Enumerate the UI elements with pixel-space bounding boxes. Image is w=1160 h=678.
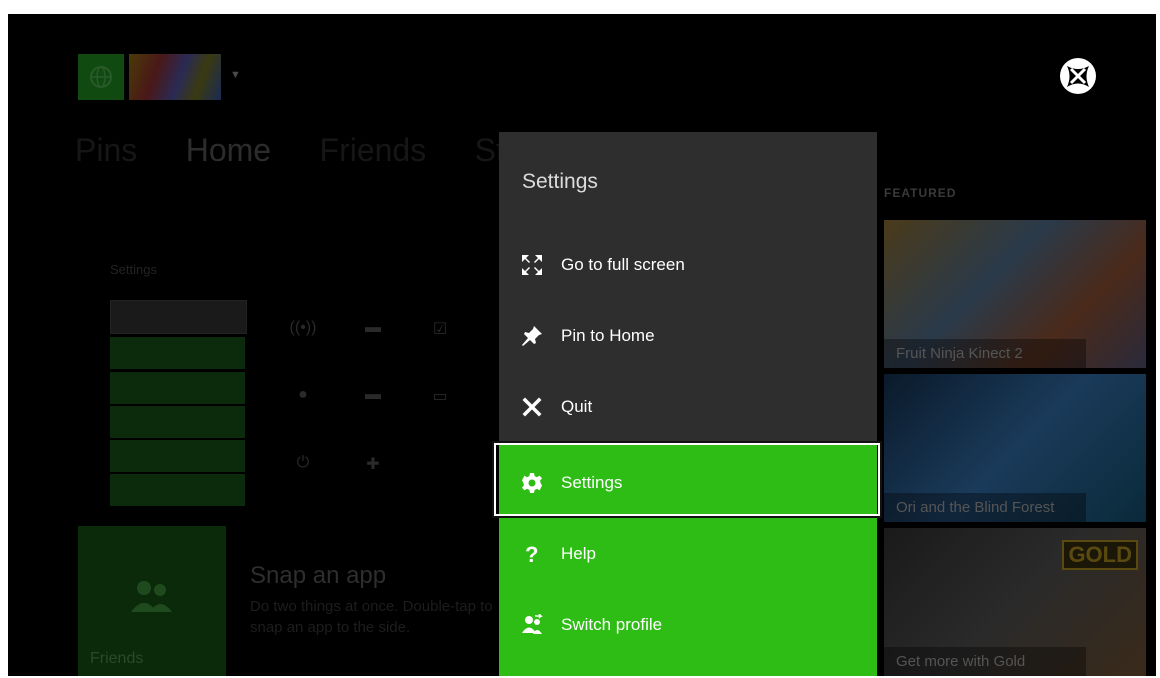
menu-item-label: Pin to Home xyxy=(561,326,655,345)
friends-tile-label: Friends xyxy=(90,650,144,667)
menu-item-label: Help xyxy=(561,544,596,563)
flyout-title: Settings xyxy=(522,170,598,193)
wifi-icon: ((•)) xyxy=(289,319,317,336)
globe-tile[interactable] xyxy=(78,54,124,100)
settings-tile-row xyxy=(110,406,245,438)
menu-item-switch-profile[interactable]: Switch profile xyxy=(499,590,877,676)
menu-item-pin-to-home[interactable]: Pin to Home xyxy=(499,301,877,372)
pin-icon xyxy=(522,326,542,346)
featured-label: FEATURED xyxy=(884,186,957,200)
tab-home[interactable]: Home xyxy=(186,132,271,168)
gear-icon xyxy=(522,473,542,493)
settings-tile-row xyxy=(110,337,245,369)
featured-tile[interactable]: Ori and the Blind Forest xyxy=(884,374,1146,522)
profile-avatar[interactable] xyxy=(129,54,221,100)
menu-item-settings[interactable]: Settings xyxy=(499,448,877,519)
xbox-screen: ▼ Pins Home Friends Store Settings ((•))… xyxy=(8,14,1156,676)
friends-tile[interactable]: Friends xyxy=(78,526,226,676)
checkbox-icon: ☑ xyxy=(432,321,448,338)
menu-item-quit[interactable]: Quit xyxy=(499,372,877,443)
snap-description: Do two things at once. Double-tap to sna… xyxy=(250,598,493,636)
chevron-down-icon[interactable]: ▼ xyxy=(230,69,241,81)
featured-tile-caption: Fruit Ninja Kinect 2 xyxy=(884,339,1086,368)
settings-tile-row xyxy=(110,372,245,404)
monitor-icon: ▭ xyxy=(432,388,448,405)
svg-text:?: ? xyxy=(525,543,538,565)
settings-tile-title: Settings xyxy=(110,262,157,277)
console-icon: ▬ xyxy=(365,386,381,403)
settings-tile-row xyxy=(110,440,245,472)
menu-item-label: Quit xyxy=(561,397,593,416)
disc-icon: ● xyxy=(298,386,308,403)
controller-icon: ✚ xyxy=(366,456,380,473)
question-icon: ? xyxy=(525,543,538,565)
switch-profile-icon xyxy=(522,614,543,634)
xbox-logo-icon xyxy=(1060,58,1096,94)
menu-item-full-screen[interactable]: Go to full screen xyxy=(499,230,877,301)
gold-badge: GOLD xyxy=(1062,540,1138,570)
featured-tile-caption: Get more with Gold xyxy=(884,647,1086,676)
menu-item-label: Settings xyxy=(561,473,623,492)
menu-item-label: Go to full screen xyxy=(561,255,685,274)
globe-icon xyxy=(90,66,112,88)
featured-tile[interactable]: GOLD Get more with Gold xyxy=(884,528,1146,676)
settings-flyout: Settings Go to full screen Pin to Home Q… xyxy=(492,132,882,676)
power-icon: ⏻ xyxy=(296,454,310,471)
tab-pins[interactable]: Pins xyxy=(75,132,137,168)
display-icon: ▬ xyxy=(365,319,381,336)
featured-tile-caption: Ori and the Blind Forest xyxy=(884,493,1086,522)
menu-item-label: Switch profile xyxy=(561,615,663,634)
tab-friends[interactable]: Friends xyxy=(320,132,427,168)
featured-tile[interactable]: Fruit Ninja Kinect 2 xyxy=(884,220,1146,368)
snap-title: Snap an app xyxy=(250,562,387,589)
menu-item-help[interactable]: ? Help xyxy=(499,519,877,590)
close-icon xyxy=(522,397,542,417)
people-icon xyxy=(131,581,172,612)
settings-tile-row xyxy=(110,474,245,506)
fullscreen-icon xyxy=(522,255,542,275)
settings-tile-row xyxy=(110,300,247,334)
